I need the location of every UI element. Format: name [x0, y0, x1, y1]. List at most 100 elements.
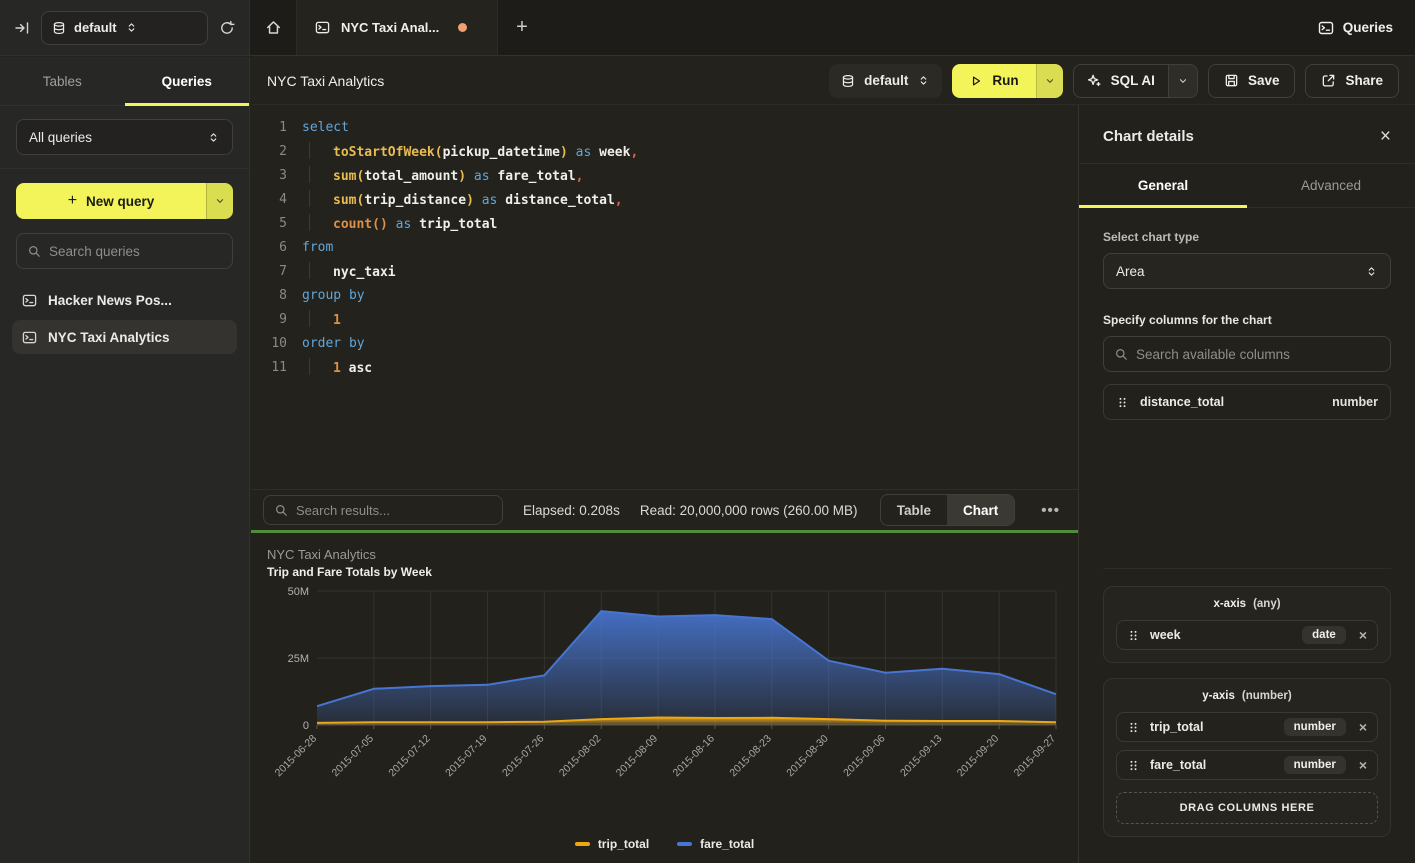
queries-nav-button[interactable]: Queries: [1296, 0, 1415, 55]
y-axis-card: y-axis(number) trip_total number × fare_…: [1103, 678, 1391, 837]
search-queries-input[interactable]: [49, 244, 222, 259]
share-label: Share: [1345, 73, 1383, 88]
x-axis-card: x-axis(any) week date ×: [1103, 586, 1391, 663]
chart-area: 025M50M2015-06-282015-07-052015-07-12201…: [267, 583, 1062, 835]
remove-column-icon[interactable]: ×: [1359, 627, 1367, 643]
legend-item[interactable]: fare_total: [677, 837, 754, 851]
search-icon: [274, 503, 288, 517]
line-number: 3: [251, 168, 287, 183]
view-toggle-chart[interactable]: Chart: [947, 495, 1014, 525]
search-columns-input[interactable]: [1136, 347, 1380, 362]
query-title: NYC Taxi Analytics: [267, 73, 384, 89]
refresh-icon[interactable]: [219, 20, 235, 36]
sql-ai-dropdown-button[interactable]: [1168, 65, 1197, 97]
chart-type-label: Select chart type: [1103, 230, 1391, 244]
console-icon: [1318, 20, 1334, 36]
code-text: sum(total_amount) as fare_total,: [287, 166, 583, 184]
tab-advanced[interactable]: Advanced: [1247, 164, 1415, 207]
database-icon: [841, 74, 855, 88]
run-button[interactable]: Run: [952, 64, 1035, 98]
tab-nyc-taxi-analytics[interactable]: NYC Taxi Anal...: [296, 0, 498, 55]
line-number: 10: [251, 336, 287, 351]
chart-type-select[interactable]: Area: [1103, 253, 1391, 289]
chart-panel: NYC Taxi Analytics Trip and Fare Totals …: [251, 533, 1078, 863]
run-database-selector[interactable]: default: [829, 64, 942, 98]
tab-tables[interactable]: Tables: [0, 57, 125, 105]
database-selector-value: default: [74, 20, 117, 35]
search-icon: [1114, 347, 1128, 361]
code-text: count() as trip_total: [287, 214, 497, 232]
line-number: 8: [251, 288, 287, 303]
chevron-updown-icon: [917, 74, 930, 87]
code-text: select: [287, 120, 349, 135]
view-toggle-table[interactable]: Table: [881, 495, 947, 525]
chart-details-body: Select chart type Area Specify columns f…: [1079, 208, 1415, 863]
search-icon: [27, 244, 41, 258]
query-item-hacker-news[interactable]: Hacker News Pos...: [12, 283, 237, 317]
search-queries-box: [16, 233, 233, 269]
sidebar-tabs: Tables Queries: [0, 57, 249, 106]
query-item-nyc-taxi[interactable]: NYC Taxi Analytics: [12, 320, 237, 354]
tab-strip: NYC Taxi Anal... +: [250, 0, 1296, 55]
drag-columns-label: DRAG COLUMNS HERE: [1180, 802, 1315, 814]
query-item-label: NYC Taxi Analytics: [48, 330, 170, 345]
plus-icon: +: [68, 192, 77, 210]
collapse-sidebar-icon[interactable]: [14, 20, 30, 36]
unsaved-changes-dot: [458, 23, 467, 32]
legend-item[interactable]: trip_total: [575, 837, 649, 851]
query-filter-select[interactable]: All queries: [16, 119, 233, 155]
svg-text:2015-07-19: 2015-07-19: [443, 733, 490, 780]
drag-handle-icon: [1127, 721, 1140, 734]
svg-text:50M: 50M: [288, 586, 309, 598]
new-tab-button[interactable]: +: [498, 0, 546, 55]
results-toolbar: Elapsed: 0.208s Read: 20,000,000 rows (2…: [251, 489, 1078, 530]
remove-column-icon[interactable]: ×: [1359, 719, 1367, 735]
drag-handle-icon: [1127, 629, 1140, 642]
tab-queries[interactable]: Queries: [125, 57, 250, 105]
line-number: 2: [251, 144, 287, 159]
sql-editor[interactable]: 1select2toStartOfWeek(pickup_datetime) a…: [251, 105, 1078, 489]
code-line: 1select: [251, 115, 1078, 139]
drag-columns-dropzone[interactable]: DRAG COLUMNS HERE: [1116, 792, 1378, 824]
code-line: 3sum(total_amount) as fare_total,: [251, 163, 1078, 187]
axis-column-name: week: [1150, 628, 1181, 642]
legend-swatch: [575, 842, 590, 846]
sql-ai-button[interactable]: SQL AI: [1074, 65, 1168, 97]
legend-label: fare_total: [700, 837, 754, 851]
svg-text:2015-09-06: 2015-09-06: [841, 733, 888, 780]
code-text: nyc_taxi: [287, 262, 396, 280]
chart-details-header: Chart details ×: [1079, 105, 1415, 164]
home-button[interactable]: [250, 0, 296, 55]
tab-general[interactable]: General: [1079, 164, 1247, 207]
chevron-down-icon: [214, 195, 226, 207]
x-axis-chip-week[interactable]: week date ×: [1116, 620, 1378, 650]
query-filter-section: All queries: [0, 106, 249, 169]
new-query-button[interactable]: + New query: [16, 183, 206, 219]
editor-header: NYC Taxi Analytics default Run SQL AI: [251, 57, 1415, 105]
column-name: distance_total: [1140, 395, 1224, 409]
new-query-dropdown-button[interactable]: [206, 183, 233, 219]
close-icon[interactable]: ×: [1380, 127, 1391, 146]
svg-text:2015-07-26: 2015-07-26: [500, 733, 547, 780]
share-button[interactable]: Share: [1305, 64, 1399, 98]
run-dropdown-button[interactable]: [1036, 64, 1063, 98]
column-chip-distance-total[interactable]: distance_total number: [1103, 384, 1391, 420]
svg-text:2015-06-28: 2015-06-28: [273, 733, 320, 780]
chart-type-value: Area: [1116, 264, 1365, 279]
run-split-button: Run: [952, 64, 1062, 98]
more-options-icon[interactable]: •••: [1035, 502, 1066, 519]
play-icon: [969, 74, 983, 88]
code-line: 8group by: [251, 283, 1078, 307]
save-button[interactable]: Save: [1208, 64, 1296, 98]
line-number: 6: [251, 240, 287, 255]
remove-column-icon[interactable]: ×: [1359, 757, 1367, 773]
code-line: 2toStartOfWeek(pickup_datetime) as week,: [251, 139, 1078, 163]
axis-column-type-badge: date: [1302, 626, 1346, 644]
y-axis-chip-fare-total[interactable]: fare_total number ×: [1116, 750, 1378, 780]
top-bar-left: default: [0, 0, 250, 55]
database-selector[interactable]: default: [41, 11, 208, 45]
y-axis-chip-trip-total[interactable]: trip_total number ×: [1116, 712, 1378, 742]
run-database-value: default: [864, 73, 908, 88]
query-list: Hacker News Pos... NYC Taxi Analytics: [0, 281, 249, 356]
search-results-input[interactable]: [296, 503, 492, 518]
